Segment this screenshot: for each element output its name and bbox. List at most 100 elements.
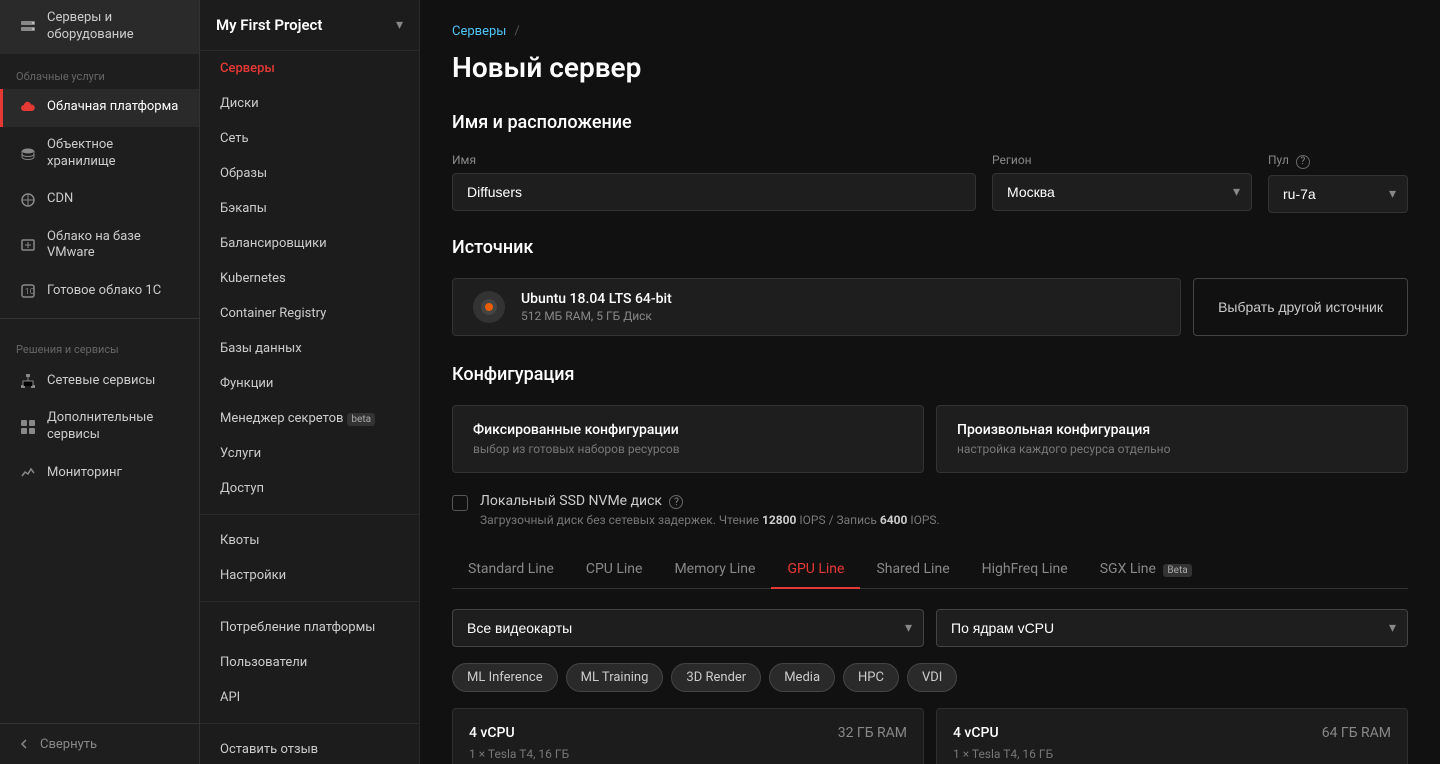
tab-standard[interactable]: Standard Line bbox=[452, 551, 570, 589]
tag-vdi[interactable]: VDI bbox=[907, 663, 957, 692]
sidebar-item-vmware[interactable]: Облако на базе VMware bbox=[0, 219, 199, 273]
project-dropdown-icon[interactable]: ▾ bbox=[396, 17, 403, 33]
tab-highfreq[interactable]: HighFreq Line bbox=[966, 551, 1084, 589]
project-title: My First Project bbox=[216, 16, 322, 34]
sidebar-item-additional-label: Дополнительные сервисы bbox=[47, 410, 183, 444]
name-section-title: Имя и расположение bbox=[452, 112, 1408, 133]
tag-ml-training[interactable]: ML Training bbox=[566, 663, 664, 692]
sidebar-item-monitoring[interactable]: Мониторинг bbox=[0, 454, 199, 492]
tag-3d-render[interactable]: 3D Render bbox=[671, 663, 761, 692]
sidebar-bottom: Свернуть bbox=[0, 723, 199, 764]
nvme-label: Локальный SSD NVMe диск ? bbox=[480, 493, 940, 510]
sidebar-item-network-label: Сетевые сервисы bbox=[47, 373, 155, 390]
secrets-beta-badge: beta bbox=[347, 413, 375, 426]
sidebar-item-cdn-label: CDN bbox=[47, 191, 73, 208]
project-nav-quotas[interactable]: Квоты bbox=[200, 523, 419, 558]
tab-cpu[interactable]: CPU Line bbox=[570, 551, 659, 589]
project-divider-2 bbox=[200, 601, 419, 602]
nvme-text: Локальный SSD NVMe диск ? Загрузочный ди… bbox=[480, 493, 940, 528]
config-fixed-title: Фиксированные конфигурации bbox=[473, 422, 903, 438]
config-fixed-card[interactable]: Фиксированные конфигурации выбор из гото… bbox=[452, 405, 924, 473]
config-custom-card[interactable]: Произвольная конфигурация настройка кажд… bbox=[936, 405, 1408, 473]
project-divider-3 bbox=[200, 723, 419, 724]
sidebar-item-servers[interactable]: Серверы и оборудование bbox=[0, 0, 199, 54]
tab-gpu[interactable]: GPU Line bbox=[771, 551, 860, 589]
gpu-filter-select[interactable]: Все видеокарты bbox=[452, 609, 924, 647]
project-header: My First Project ▾ bbox=[200, 0, 419, 51]
project-nav-platform-consumption[interactable]: Потребление платформы bbox=[200, 610, 419, 645]
os-icon bbox=[473, 291, 505, 323]
tag-media[interactable]: Media bbox=[769, 663, 835, 692]
left-sidebar: Серверы и оборудование Облачные услуги О… bbox=[0, 0, 200, 764]
project-nav-feedback[interactable]: Оставить отзыв bbox=[200, 732, 419, 764]
breadcrumb: Серверы / bbox=[452, 24, 1408, 39]
tabs-row: Standard Line CPU Line Memory Line GPU L… bbox=[452, 551, 1408, 589]
config-fixed-desc: выбор из готовых наборов ресурсов bbox=[473, 442, 903, 456]
sidebar-item-monitoring-label: Мониторинг bbox=[47, 465, 122, 482]
filters-row: Все видеокарты По ядрам vCPU bbox=[452, 609, 1408, 647]
project-nav-container-registry[interactable]: Container Registry bbox=[200, 296, 419, 331]
project-nav-servers[interactable]: Серверы bbox=[200, 51, 419, 86]
tag-hpc[interactable]: HPC bbox=[843, 663, 899, 692]
project-nav-access[interactable]: Доступ bbox=[200, 471, 419, 506]
project-nav-users[interactable]: Пользователи bbox=[200, 645, 419, 680]
nvme-info-icon[interactable]: ? bbox=[669, 495, 683, 509]
breadcrumb-servers-link[interactable]: Серверы bbox=[452, 24, 506, 39]
cloud-icon bbox=[19, 99, 37, 117]
tab-sgx[interactable]: SGX Line Beta bbox=[1084, 551, 1208, 589]
additional-icon bbox=[19, 418, 37, 436]
project-nav-services[interactable]: Услуги bbox=[200, 436, 419, 471]
tab-shared[interactable]: Shared Line bbox=[860, 551, 965, 589]
sort-select[interactable]: По ядрам vCPU bbox=[936, 609, 1408, 647]
server-card-1[interactable]: 4 vCPU 64 ГБ RAM 1 × Tesla T4, 16 ГБ bbox=[936, 708, 1408, 764]
project-divider-1 bbox=[200, 514, 419, 515]
name-input[interactable] bbox=[452, 173, 976, 211]
server-card-0[interactable]: 4 vCPU 32 ГБ RAM 1 × Tesla T4, 16 ГБ bbox=[452, 708, 924, 764]
collapse-label: Свернуть bbox=[40, 737, 97, 752]
sidebar-item-object-storage[interactable]: Объектное хранилище bbox=[0, 127, 199, 181]
tag-ml-inference[interactable]: ML Inference bbox=[452, 663, 558, 692]
sidebar-item-network-services[interactable]: Сетевые сервисы bbox=[0, 362, 199, 400]
sidebar-item-cdn[interactable]: CDN bbox=[0, 181, 199, 219]
server-card-1-vcpu: 4 vCPU bbox=[953, 725, 999, 741]
server-icon bbox=[19, 18, 37, 36]
pool-info-icon[interactable]: ? bbox=[1296, 155, 1310, 169]
tags-row: ML Inference ML Training 3D Render Media… bbox=[452, 663, 1408, 692]
sidebar-item-cloud-label: Облачная платформа bbox=[47, 99, 178, 116]
nvme-row: Локальный SSD NVMe диск ? Загрузочный ди… bbox=[452, 493, 1408, 528]
project-nav-functions[interactable]: Функции bbox=[200, 366, 419, 401]
server-card-1-ram: 64 ГБ RAM bbox=[1322, 725, 1391, 741]
project-nav-balancers[interactable]: Балансировщики bbox=[200, 226, 419, 261]
project-nav-images[interactable]: Образы bbox=[200, 156, 419, 191]
project-nav-secrets[interactable]: Менеджер секретовbeta bbox=[200, 401, 419, 436]
sidebar-item-1c[interactable]: 1С Готовое облако 1С bbox=[0, 272, 199, 310]
project-nav-backups[interactable]: Бэкапы bbox=[200, 191, 419, 226]
server-card-1-top: 4 vCPU 64 ГБ RAM bbox=[953, 725, 1391, 741]
project-nav-disks[interactable]: Диски bbox=[200, 86, 419, 121]
region-select[interactable]: Москва bbox=[992, 173, 1252, 211]
choose-source-button[interactable]: Выбрать другой источник bbox=[1193, 278, 1408, 336]
breadcrumb-separator: / bbox=[514, 24, 519, 39]
project-nav-network[interactable]: Сеть bbox=[200, 121, 419, 156]
project-nav-settings[interactable]: Настройки bbox=[200, 558, 419, 593]
project-nav-api[interactable]: API bbox=[200, 680, 419, 715]
config-custom-title: Произвольная конфигурация bbox=[957, 422, 1387, 438]
region-group: Регион Москва bbox=[992, 153, 1252, 213]
source-row: Ubuntu 18.04 LTS 64-bit 512 МБ RAM, 5 ГБ… bbox=[452, 278, 1408, 336]
monitoring-icon bbox=[19, 464, 37, 482]
cdn-icon bbox=[19, 191, 37, 209]
tab-memory[interactable]: Memory Line bbox=[658, 551, 771, 589]
server-card-0-top: 4 vCPU 32 ГБ RAM bbox=[469, 725, 907, 741]
project-nav-kubernetes[interactable]: Kubernetes bbox=[200, 261, 419, 296]
config-section-title: Конфигурация bbox=[452, 364, 1408, 385]
pool-group: Пул ? ru-7a bbox=[1268, 153, 1408, 213]
collapse-button[interactable]: Свернуть bbox=[16, 736, 183, 752]
nvme-checkbox[interactable] bbox=[452, 495, 468, 511]
pool-select[interactable]: ru-7a bbox=[1268, 175, 1408, 213]
os-name: Ubuntu 18.04 LTS 64-bit bbox=[521, 291, 1160, 307]
source-section-title: Источник bbox=[452, 237, 1408, 258]
project-nav-databases[interactable]: Базы данных bbox=[200, 331, 419, 366]
name-label: Имя bbox=[452, 153, 976, 167]
sidebar-item-additional[interactable]: Дополнительные сервисы bbox=[0, 400, 199, 454]
sidebar-item-cloud-platform[interactable]: Облачная платформа bbox=[0, 89, 199, 127]
